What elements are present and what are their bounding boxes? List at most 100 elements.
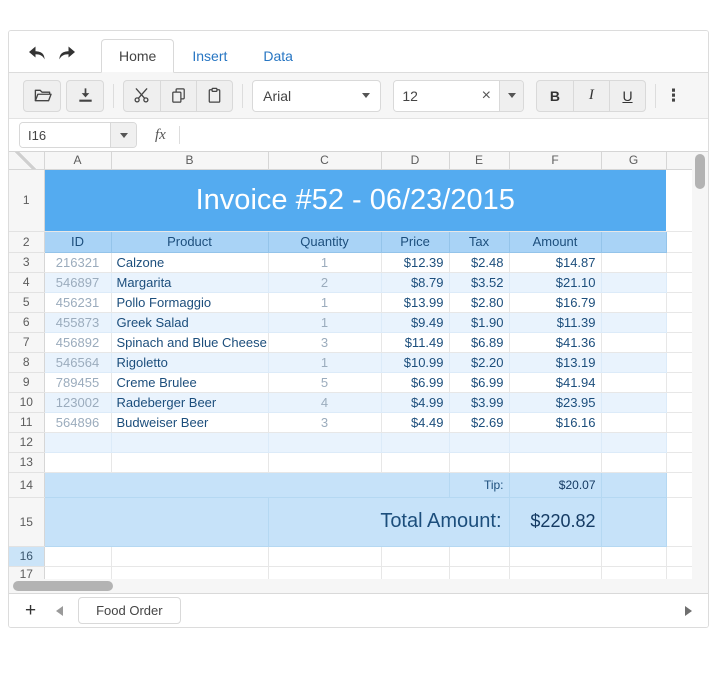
cell-empty[interactable] (601, 272, 667, 293)
tip-label-cell[interactable]: Tip: (449, 472, 510, 498)
column-header-a[interactable]: A (44, 152, 112, 170)
column-header-e[interactable]: E (449, 152, 510, 170)
cell-empty[interactable] (44, 432, 112, 453)
cell-id[interactable]: 546897 (44, 272, 112, 293)
cell-amount[interactable]: $16.79 (509, 292, 602, 313)
tab-insert[interactable]: Insert (174, 39, 245, 73)
cell-tax[interactable]: $2.69 (449, 412, 510, 433)
cell-quantity[interactable]: 5 (268, 372, 382, 393)
cell-amount[interactable]: $41.94 (509, 372, 602, 393)
total-value-cell[interactable]: $220.82 (509, 497, 602, 547)
cell-price[interactable]: $4.49 (381, 412, 450, 433)
cell-empty[interactable] (601, 472, 667, 498)
cell-price[interactable]: $8.79 (381, 272, 450, 293)
cell-tax[interactable]: $3.52 (449, 272, 510, 293)
cell-empty[interactable] (509, 432, 602, 453)
row-header-7[interactable]: 7 (9, 332, 45, 353)
cell-empty[interactable] (111, 432, 269, 453)
row-header-11[interactable]: 11 (9, 412, 45, 433)
row-header-12[interactable]: 12 (9, 432, 45, 453)
tab-home[interactable]: Home (101, 39, 175, 73)
font-size-dropdown-button[interactable] (498, 80, 524, 111)
cell-quantity[interactable]: 1 (268, 312, 382, 333)
tab-data[interactable]: Data (245, 39, 311, 73)
column-header-c[interactable]: C (268, 152, 382, 170)
font-size-input[interactable]: 12 × (394, 80, 499, 111)
cell-product[interactable]: Pollo Formaggio (111, 292, 269, 313)
cell-quantity[interactable]: 2 (268, 272, 382, 293)
cell-empty[interactable] (449, 546, 510, 567)
cell-empty[interactable] (381, 546, 450, 567)
cell-id[interactable]: 456231 (44, 292, 112, 313)
formula-input[interactable] (180, 122, 708, 148)
cell-product[interactable]: Spinach and Blue Cheese (111, 332, 269, 353)
table-header-quantity[interactable]: Quantity (268, 231, 382, 253)
add-sheet-button[interactable]: + (25, 601, 36, 620)
cell-empty[interactable] (601, 352, 667, 373)
invoice-title-cell[interactable]: Invoice #52 - 06/23/2015 (44, 169, 666, 232)
sheet-tab-food-order[interactable]: Food Order (78, 597, 181, 624)
row-header-10[interactable]: 10 (9, 392, 45, 413)
cell-id[interactable]: 216321 (44, 252, 112, 273)
cell-price[interactable]: $4.99 (381, 392, 450, 413)
cell-id[interactable]: 123002 (44, 392, 112, 413)
cell-empty[interactable] (601, 452, 667, 473)
table-header-price[interactable]: Price (381, 231, 450, 253)
cell-id[interactable]: 456892 (44, 332, 112, 353)
cell-price[interactable]: $11.49 (381, 332, 450, 353)
cell-tax[interactable]: $6.99 (449, 372, 510, 393)
name-box-dropdown-button[interactable] (110, 123, 136, 147)
cell-id[interactable]: 564896 (44, 412, 112, 433)
cell-product[interactable]: Rigoletto (111, 352, 269, 373)
cell-empty[interactable] (601, 546, 667, 567)
cell-quantity[interactable]: 3 (268, 332, 382, 353)
cell-price[interactable]: $13.99 (381, 292, 450, 313)
cell-empty[interactable] (381, 452, 450, 473)
cell-quantity[interactable]: 1 (268, 292, 382, 313)
table-header-amount[interactable]: Amount (509, 231, 602, 253)
cell-price[interactable]: $10.99 (381, 352, 450, 373)
cell-empty[interactable] (601, 392, 667, 413)
cell-amount[interactable]: $14.87 (509, 252, 602, 273)
cell-tax[interactable]: $3.99 (449, 392, 510, 413)
cell-amount[interactable]: $11.39 (509, 312, 602, 333)
cell-empty[interactable] (449, 432, 510, 453)
row-header-3[interactable]: 3 (9, 252, 45, 273)
row-header-9[interactable]: 9 (9, 372, 45, 393)
undo-icon[interactable] (27, 44, 47, 62)
italic-button[interactable]: I (572, 80, 609, 111)
cell-empty[interactable] (268, 546, 382, 567)
row-header-4[interactable]: 4 (9, 272, 45, 293)
column-header-f[interactable]: F (509, 152, 602, 170)
copy-button[interactable] (159, 80, 196, 111)
cell-tax[interactable]: $2.48 (449, 252, 510, 273)
horizontal-scrollbar-thumb[interactable] (13, 581, 113, 591)
cell-empty[interactable] (601, 252, 667, 273)
cell-quantity[interactable]: 1 (268, 252, 382, 273)
cell-empty[interactable] (601, 412, 667, 433)
cell-empty[interactable] (509, 546, 602, 567)
cell-amount[interactable]: $16.16 (509, 412, 602, 433)
cell-product[interactable]: Margarita (111, 272, 269, 293)
cell-empty[interactable] (601, 372, 667, 393)
cell-tax[interactable]: $2.20 (449, 352, 510, 373)
cell-quantity[interactable]: 1 (268, 352, 382, 373)
cell-id[interactable]: 455873 (44, 312, 112, 333)
row-header-6[interactable]: 6 (9, 312, 45, 333)
cell-empty[interactable] (601, 432, 667, 453)
column-header-g[interactable]: G (601, 152, 667, 170)
cell-product[interactable]: Budweiser Beer (111, 412, 269, 433)
total-label-cell[interactable]: Total Amount: (268, 497, 510, 547)
select-all-corner[interactable] (9, 152, 45, 170)
vertical-scrollbar[interactable] (692, 152, 708, 579)
cell-empty[interactable] (44, 546, 112, 567)
cell-reference-input[interactable]: I16 (20, 123, 110, 147)
export-button[interactable] (66, 79, 104, 112)
cell-empty[interactable] (44, 452, 112, 473)
cell-empty[interactable] (268, 432, 382, 453)
cell-empty[interactable] (509, 452, 602, 473)
cell-empty[interactable] (601, 312, 667, 333)
cell-product[interactable]: Radeberger Beer (111, 392, 269, 413)
cell-empty[interactable] (111, 546, 269, 567)
cell-tax[interactable]: $6.89 (449, 332, 510, 353)
